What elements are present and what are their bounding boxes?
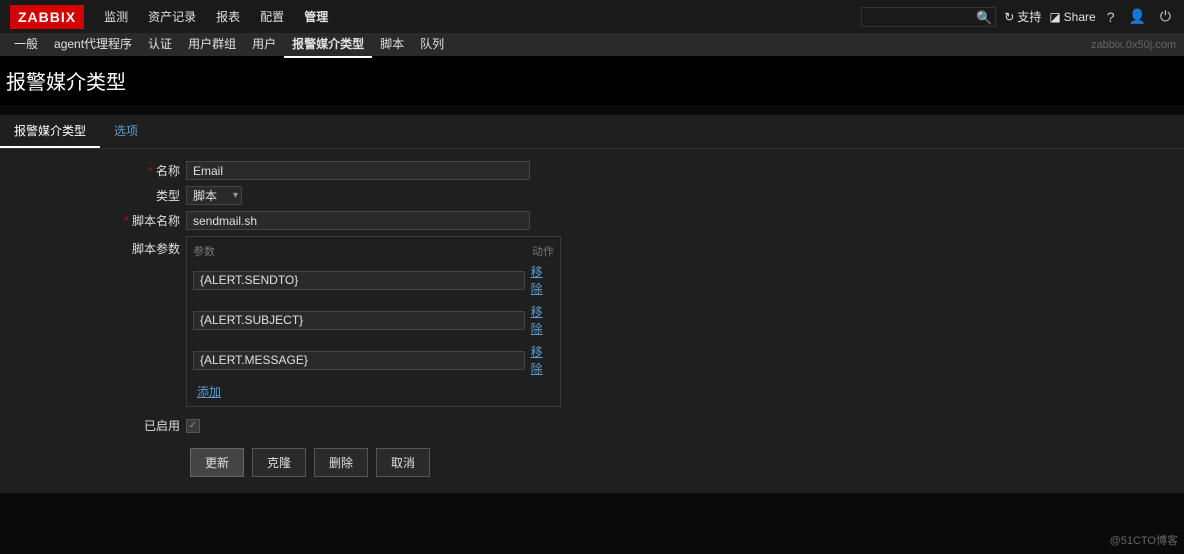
topnav-right: 🔍 ↻ 支持 ◪ Share ? 👤 ⏻ <box>861 7 1174 27</box>
name-input[interactable] <box>186 161 530 180</box>
support-link[interactable]: ↻ 支持 <box>1004 8 1041 25</box>
subnav-scripts[interactable]: 脚本 <box>372 31 412 58</box>
tab-mediatype[interactable]: 报警媒介类型 <box>0 115 100 148</box>
share-link[interactable]: ◪ Share <box>1049 10 1095 24</box>
enabled-label: 已启用 <box>0 417 186 434</box>
share-icon: ◪ <box>1049 10 1060 24</box>
support-icon: ↻ <box>1004 10 1014 24</box>
row-name: * 名称 <box>0 161 1184 180</box>
type-select-wrap: 脚本 ▾ <box>186 186 242 205</box>
clone-button[interactable]: 克隆 <box>252 448 306 477</box>
row-enabled: 已启用 ✓ <box>0 417 1184 434</box>
help-icon[interactable]: ? <box>1104 9 1118 25</box>
subnav-auth[interactable]: 认证 <box>140 31 180 58</box>
form-area: * 名称 类型 脚本 ▾ * 脚本名称 脚本参数 参数 动作 移除 <box>0 149 1184 493</box>
topnav-item-report[interactable]: 报表 <box>206 0 250 33</box>
params-label: 脚本参数 <box>0 236 186 257</box>
param-row: 移除 <box>193 303 554 337</box>
tab-options[interactable]: 选项 <box>100 115 152 148</box>
delete-button[interactable]: 删除 <box>314 448 368 477</box>
subnav-proxies[interactable]: agent代理程序 <box>46 31 140 58</box>
subnav-general[interactable]: 一般 <box>6 31 46 58</box>
sub-nav: 一般 agent代理程序 认证 用户群组 用户 报警媒介类型 脚本 队列 zab… <box>0 33 1184 56</box>
share-label: Share <box>1064 10 1096 24</box>
params-header-param: 参数 <box>193 243 215 259</box>
topnav-item-monitor[interactable]: 监测 <box>94 0 138 33</box>
page-title: 报警媒介类型 <box>0 56 1184 105</box>
breadcrumb: zabbix.0x50j.com <box>1091 39 1176 51</box>
search-icon[interactable]: 🔍 <box>976 10 992 26</box>
logo[interactable]: ZABBIX <box>10 5 84 29</box>
subnav-usergroups[interactable]: 用户群组 <box>180 31 244 58</box>
row-scriptname: * 脚本名称 <box>0 211 1184 230</box>
enabled-checkbox[interactable]: ✓ <box>186 419 200 433</box>
param-remove-1[interactable]: 移除 <box>531 303 554 337</box>
power-icon[interactable]: ⏻ <box>1157 8 1174 25</box>
params-box: 参数 动作 移除 移除 移除 添加 <box>186 236 561 407</box>
row-params: 脚本参数 参数 动作 移除 移除 移除 添加 <box>0 236 1184 407</box>
type-label: 类型 <box>0 187 186 204</box>
search-wrap: 🔍 <box>861 7 996 27</box>
scriptname-input[interactable] <box>186 211 530 230</box>
topnav-item-admin[interactable]: 管理 <box>294 0 338 33</box>
param-input-1[interactable] <box>193 311 525 330</box>
subnav-items: 一般 agent代理程序 认证 用户群组 用户 报警媒介类型 脚本 队列 <box>6 31 1091 58</box>
param-remove-2[interactable]: 移除 <box>531 343 554 377</box>
scriptname-label: * 脚本名称 <box>0 212 186 229</box>
support-label: 支持 <box>1017 8 1041 25</box>
param-add-link[interactable]: 添加 <box>197 385 221 399</box>
topnav-items: 监测 资产记录 报表 配置 管理 <box>94 0 861 33</box>
params-header: 参数 动作 <box>193 243 554 259</box>
type-select[interactable]: 脚本 <box>186 186 242 205</box>
param-input-0[interactable] <box>193 271 525 290</box>
param-remove-0[interactable]: 移除 <box>531 263 554 297</box>
cancel-button[interactable]: 取消 <box>376 448 430 477</box>
param-input-2[interactable] <box>193 351 525 370</box>
buttons: 更新 克隆 删除 取消 <box>190 448 1184 477</box>
subnav-queue[interactable]: 队列 <box>412 31 452 58</box>
subnav-mediatypes[interactable]: 报警媒介类型 <box>284 31 372 58</box>
topnav-item-config[interactable]: 配置 <box>250 0 294 33</box>
tabs: 报警媒介类型 选项 <box>0 115 1184 149</box>
update-button[interactable]: 更新 <box>190 448 244 477</box>
param-row: 移除 <box>193 343 554 377</box>
watermark: @51CTO博客 <box>1110 532 1178 548</box>
name-label: * 名称 <box>0 162 186 179</box>
row-type: 类型 脚本 ▾ <box>0 186 1184 205</box>
params-header-action: 动作 <box>532 243 554 259</box>
param-row: 移除 <box>193 263 554 297</box>
top-nav: ZABBIX 监测 资产记录 报表 配置 管理 🔍 ↻ 支持 ◪ Share ?… <box>0 0 1184 33</box>
subnav-users[interactable]: 用户 <box>244 31 284 58</box>
user-icon[interactable]: 👤 <box>1125 8 1148 25</box>
tabs-wrap: 报警媒介类型 选项 * 名称 类型 脚本 ▾ * 脚本名称 脚本参数 参数 动作 <box>0 115 1184 493</box>
topnav-item-inventory[interactable]: 资产记录 <box>138 0 206 33</box>
